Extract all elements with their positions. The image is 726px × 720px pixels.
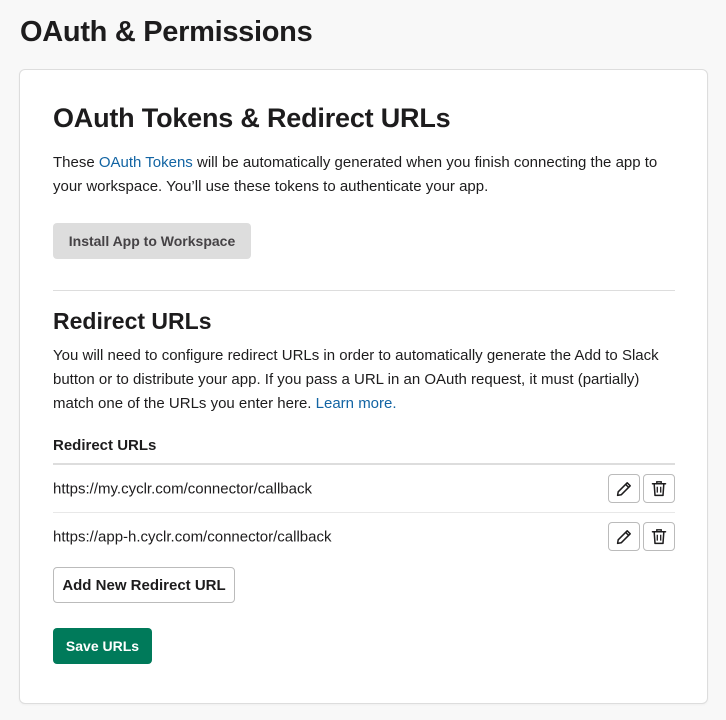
add-redirect-url-button[interactable]: Add New Redirect URL	[53, 567, 235, 603]
redirect-urls-heading: Redirect URLs	[53, 308, 212, 334]
redirect-urls-table-label: Redirect URLs	[53, 437, 157, 454]
trash-icon	[651, 529, 667, 545]
table-row: https://my.cyclr.com/connector/callback	[53, 465, 675, 513]
redirect-urls-table: https://my.cyclr.com/connector/callback	[53, 463, 675, 561]
description-text-start: These	[53, 154, 99, 171]
edit-url-button[interactable]	[608, 522, 640, 551]
oauth-card: OAuth Tokens & Redirect URLs These OAuth…	[19, 69, 708, 704]
delete-url-button[interactable]	[643, 522, 675, 551]
save-urls-button[interactable]: Save URLs	[53, 628, 152, 664]
redirect-url-text: https://my.cyclr.com/connector/callback	[53, 480, 312, 497]
trash-icon	[651, 481, 667, 497]
delete-url-button[interactable]	[643, 474, 675, 503]
oauth-tokens-heading: OAuth Tokens & Redirect URLs	[53, 103, 451, 133]
oauth-tokens-link[interactable]: OAuth Tokens	[99, 154, 193, 171]
redirect-urls-description: You will need to configure redirect URLs…	[53, 344, 675, 416]
section-divider	[53, 290, 675, 291]
edit-url-button[interactable]	[608, 474, 640, 503]
oauth-tokens-description: These OAuth Tokens will be automatically…	[53, 151, 678, 199]
page-title: OAuth & Permissions	[20, 16, 313, 48]
pencil-icon	[616, 481, 631, 496]
install-app-button[interactable]: Install App to Workspace	[53, 223, 251, 259]
redirect-url-text: https://app-h.cyclr.com/connector/callba…	[53, 528, 332, 546]
pencil-icon	[616, 529, 631, 544]
learn-more-link[interactable]: Learn more.	[316, 395, 397, 412]
table-row: https://app-h.cyclr.com/connector/callba…	[53, 513, 675, 561]
